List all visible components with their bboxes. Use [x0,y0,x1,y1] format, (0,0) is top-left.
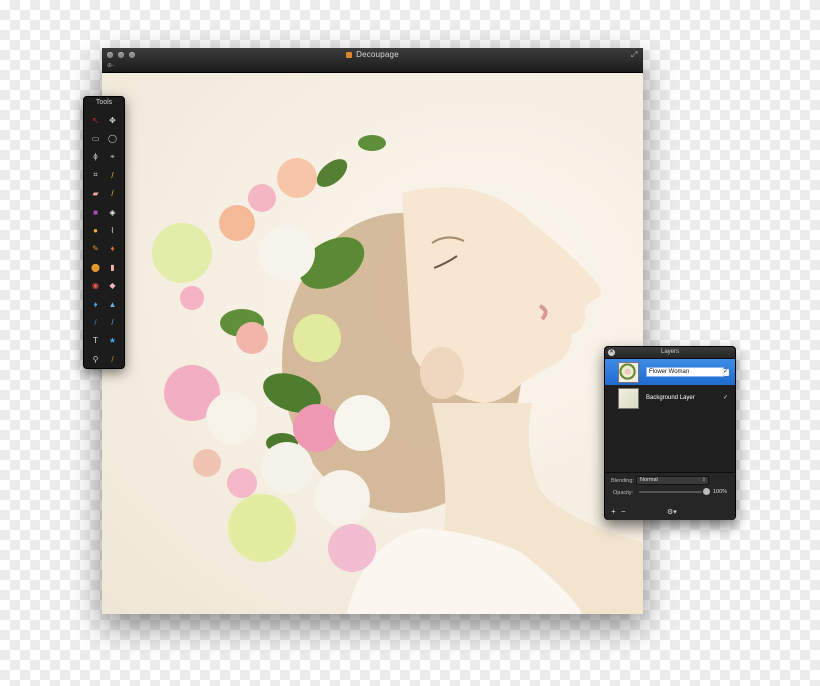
brush-icon[interactable]: ⌇ [104,221,121,239]
crop-icon[interactable]: ⌗ [87,166,104,184]
layer-row-background[interactable]: Background Layer ✓ [605,385,735,411]
sponge-icon[interactable]: ◆ [104,277,121,295]
tools-palette-title: Tools [95,99,113,106]
zoom-icon[interactable]: ⚲ [87,350,104,368]
polygon-lasso-icon[interactable]: ⌖ [104,148,121,166]
blending-label: Blending: [611,478,634,484]
document-window: Decoupage ⤢ ⊕- [102,48,643,614]
red-eye-icon[interactable]: ◉ [87,277,104,295]
layers-palette-header[interactable]: ✕ Layers [605,347,735,359]
rect-select-icon[interactable]: ▭ [87,129,104,147]
blending-value: Normal [640,477,658,483]
document-icon [346,52,353,58]
remove-layer-button[interactable]: − [621,508,626,516]
close-palette-button[interactable]: ✕ [608,349,615,356]
text-icon[interactable]: T [87,332,104,350]
image-canvas[interactable] [102,73,643,614]
pointer-icon[interactable]: ↖ [87,111,104,129]
paint-bucket-icon[interactable]: ◈ [104,203,121,221]
ellipse-select-icon[interactable]: ◯ [104,129,121,147]
star-shape-icon[interactable]: ★ [104,332,121,350]
line-icon[interactable]: / [104,313,121,331]
window-title-text: Decoupage [356,50,399,59]
layers-palette: ✕ Layers Flower Woman ✓ Background Layer… [604,346,736,520]
layer-row-flower-woman[interactable]: Flower Woman ✓ [605,359,735,385]
zoom-control[interactable]: ⊕- [107,62,114,69]
stamp-icon[interactable]: ⬤ [87,258,104,276]
window-title: Decoupage [102,50,643,59]
blur-icon[interactable]: ♦ [87,295,104,313]
eraser-icon[interactable]: ▰ [87,185,104,203]
layer-name-input[interactable]: Flower Woman [646,367,724,377]
tools-palette: Tools ↖ ✥ ▭ ◯ ɸ ⌖ ⌗ / ▰ / ■ ◈ ● ⌇ ✎ ♦ ⬤ ▮ ◉ ◆ ♦ ▲ / / T ★ ⚲ / [83,96,125,369]
fullscreen-icon[interactable]: ⤢ [631,51,639,59]
blending-select[interactable]: Normal ⇕ [636,476,709,485]
layer-thumbnail [618,361,639,383]
layer-visibility-checkbox[interactable]: ✓ [722,395,729,402]
artwork-image [152,135,643,614]
move-icon[interactable]: ✥ [104,111,121,129]
shape-icon[interactable]: ● [87,221,104,239]
add-layer-button[interactable]: + [611,508,616,516]
opacity-slider-track[interactable] [639,491,702,493]
layer-options: Blending: Normal ⇕ Opacity: 100% + − ⚙▾ [605,472,735,520]
title-bar[interactable]: Decoupage ⤢ ⊕- [102,48,643,73]
heal-icon[interactable]: ▮ [104,258,121,276]
gradient-icon[interactable]: ■ [87,203,104,221]
chevron-updown-icon: ⇕ [701,477,706,483]
opacity-slider-knob[interactable] [703,488,710,495]
gear-icon[interactable]: ⚙▾ [667,508,677,516]
sharpen-icon[interactable]: ▲ [104,295,121,313]
pen-icon[interactable]: / [87,313,104,331]
tool-grid: ↖ ✥ ▭ ◯ ɸ ⌖ ⌗ / ▰ / ■ ◈ ● ⌇ ✎ ♦ ⬤ ▮ ◉ ◆ ♦ ▲ / / T ★ ⚲ / [87,111,121,368]
layer-name: Background Layer [646,395,695,401]
opacity-value: 100% [713,489,728,495]
pencil-icon[interactable]: / [104,185,121,203]
smudge-icon[interactable]: ✎ [87,240,104,258]
layers-palette-title: Layers [660,349,679,355]
layer-visibility-checkbox[interactable]: ✓ [722,368,729,376]
burn-icon[interactable]: ♦ [104,240,121,258]
lasso-icon[interactable]: ɸ [87,148,104,166]
eyedropper-icon[interactable]: / [104,166,121,184]
color-picker-icon[interactable]: / [104,350,121,368]
layer-thumbnail [618,387,639,409]
opacity-label: Opacity: [613,490,634,496]
